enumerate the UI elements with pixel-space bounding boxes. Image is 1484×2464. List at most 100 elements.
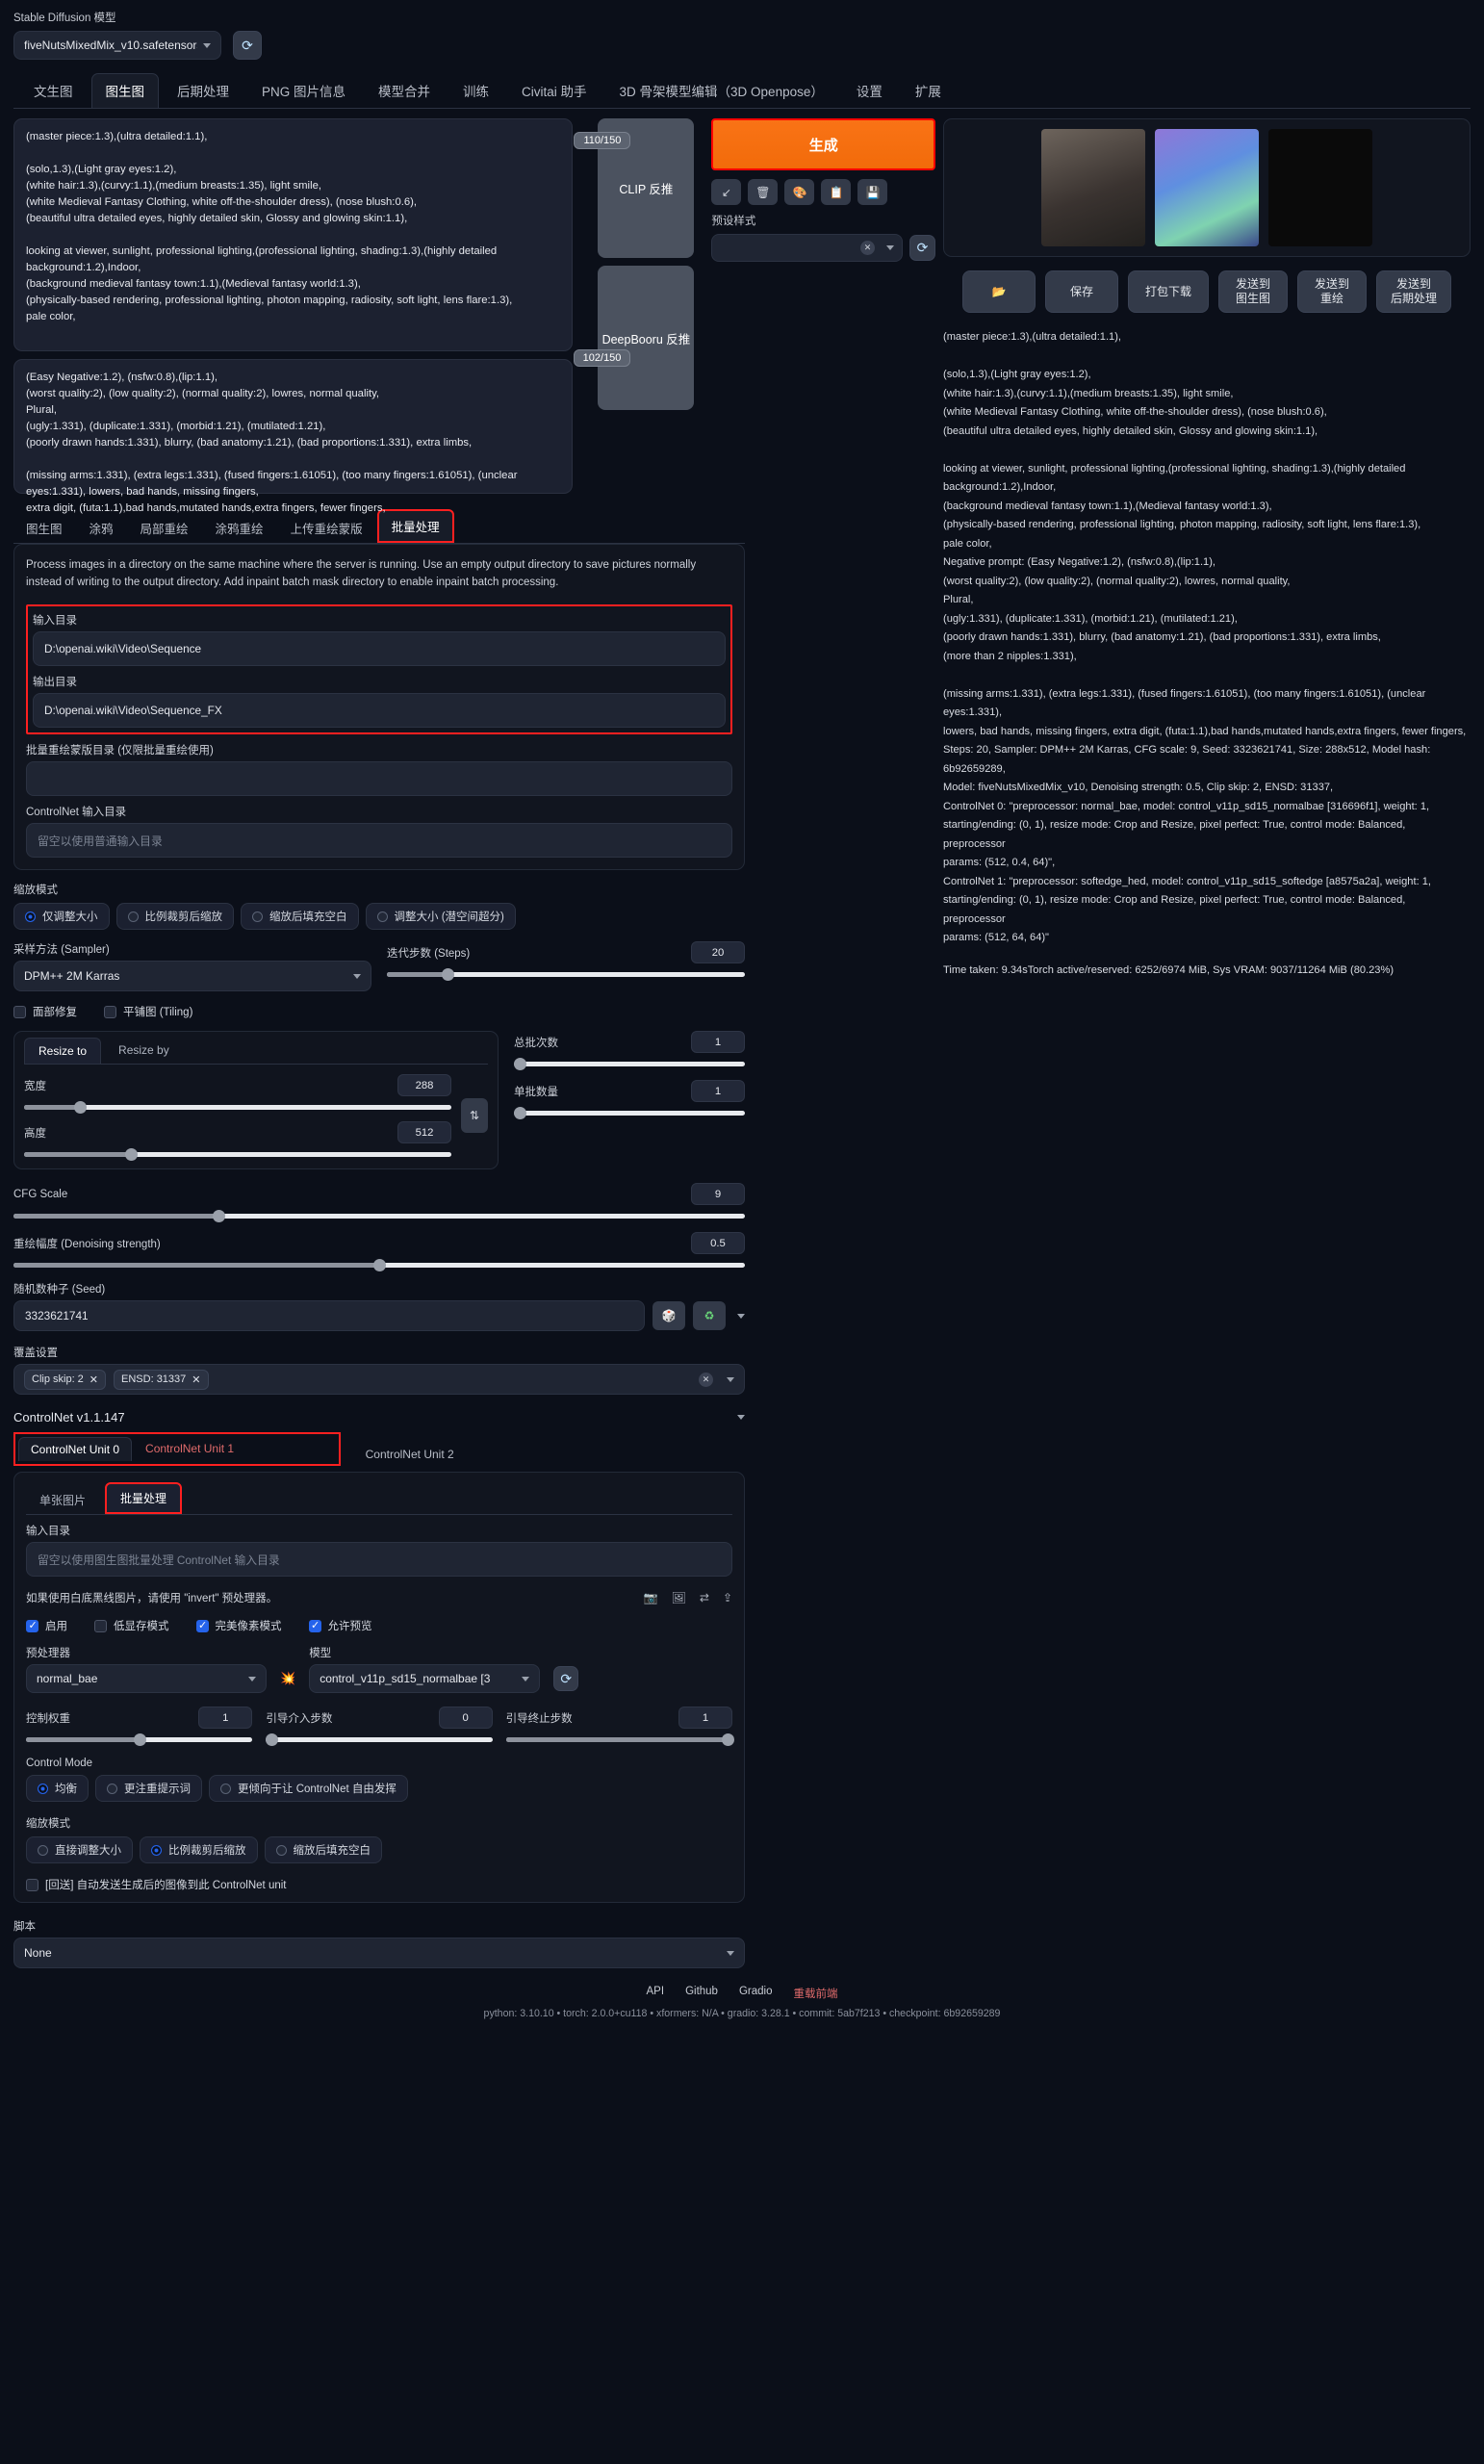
- tiling-checkbox[interactable]: 平铺图 (Tiling): [104, 1004, 192, 1019]
- zip-download-button[interactable]: 打包下载: [1128, 270, 1209, 313]
- tab-img2img[interactable]: 图生图: [90, 73, 159, 108]
- subtab-inpaint[interactable]: 局部重绘: [128, 513, 201, 543]
- controlnet-unit-2-tab[interactable]: ControlNet Unit 2: [354, 1443, 466, 1466]
- tab-train[interactable]: 训练: [448, 73, 503, 108]
- batch-size-slider[interactable]: [514, 1107, 745, 1119]
- subtab-inpaint-upload[interactable]: 上传重绘蒙版: [278, 513, 375, 543]
- resize-mode-resize-fill[interactable]: 缩放后填充空白: [241, 903, 359, 930]
- image-icon[interactable]: 🖼: [672, 1591, 686, 1604]
- save-style-icon[interactable]: 💾: [857, 179, 888, 205]
- controlnet-accordion-header[interactable]: ControlNet v1.1.147: [13, 1410, 745, 1424]
- trash-icon[interactable]: 🗑: [748, 179, 779, 205]
- recycle-icon[interactable]: ♻: [693, 1301, 726, 1330]
- controlnet-model-select[interactable]: control_v11p_sd15_normalbae [3: [309, 1664, 541, 1693]
- footer-link-github[interactable]: Github: [685, 1986, 718, 2001]
- close-icon[interactable]: ✕: [90, 1373, 98, 1386]
- height-slider[interactable]: [24, 1148, 451, 1161]
- explosion-icon[interactable]: 💥: [280, 1671, 295, 1693]
- deepbooru-interrogate-button[interactable]: DeepBooru 反推: [598, 266, 695, 410]
- control-mode-prompt[interactable]: 更注重提示词: [95, 1775, 202, 1802]
- footer-link-reload-ui[interactable]: 重载前端: [793, 1986, 837, 2001]
- subtab-img2img[interactable]: 图生图: [13, 513, 75, 543]
- controlnet-allow-preview-checkbox[interactable]: 允许预览: [308, 1618, 372, 1633]
- resize-mode-latent-upscale[interactable]: 调整大小 (潜空间超分): [365, 903, 516, 930]
- subtab-inpaint-sketch[interactable]: 涂鸦重绘: [203, 513, 276, 543]
- controlnet-single-image-tab[interactable]: 单张图片: [26, 1486, 99, 1514]
- face-restore-checkbox[interactable]: 面部修复: [13, 1004, 77, 1019]
- control-mode-controlnet[interactable]: 更倾向于让 ControlNet 自由发挥: [209, 1775, 408, 1802]
- batch-count-slider[interactable]: [514, 1058, 745, 1070]
- tab-extras[interactable]: 后期处理: [163, 73, 243, 108]
- close-icon[interactable]: ✕: [192, 1373, 200, 1386]
- loopback-checkbox[interactable]: [回送] 自动发送生成后的图像到此 ControlNet unit: [26, 1877, 732, 1892]
- refresh-controlnet-models-button[interactable]: ⟳: [553, 1666, 579, 1691]
- tab-3d-openpose[interactable]: 3D 骨架模型编辑（3D Openpose）: [605, 73, 838, 108]
- controlnet-input-dir-field[interactable]: 留空以使用图生图批量处理 ControlNet 输入目录: [26, 1542, 732, 1577]
- clipboard-icon[interactable]: 📋: [821, 179, 852, 205]
- controlnet-unit-0-tab[interactable]: ControlNet Unit 0: [18, 1437, 133, 1461]
- palette-icon[interactable]: 🎨: [784, 179, 815, 205]
- width-slider[interactable]: [24, 1101, 451, 1114]
- guidance-end-slider[interactable]: [505, 1733, 735, 1746]
- guidance-start-value[interactable]: 0: [438, 1707, 493, 1729]
- restore-progress-icon[interactable]: ↙: [711, 179, 742, 205]
- positive-prompt-input[interactable]: (master piece:1.3),(ultra detailed:1.1),…: [13, 118, 574, 351]
- input-dir-field[interactable]: D:\openai.wiki\Video\Sequence: [33, 631, 726, 666]
- width-value[interactable]: 288: [397, 1074, 451, 1096]
- controlnet-enable-checkbox[interactable]: 启用: [26, 1618, 67, 1633]
- batch-size-value[interactable]: 1: [691, 1080, 745, 1102]
- resize-mode-just-resize[interactable]: 仅调整大小: [13, 903, 110, 930]
- chevron-down-icon[interactable]: [737, 1313, 745, 1319]
- cn-resize-resize-fill[interactable]: 缩放后填充空白: [264, 1836, 382, 1863]
- mask-dir-field[interactable]: [26, 761, 732, 796]
- camera-icon[interactable]: 📷: [644, 1591, 658, 1604]
- guidance-start-slider[interactable]: [266, 1733, 493, 1746]
- height-value[interactable]: 512: [397, 1121, 451, 1143]
- generate-button[interactable]: 生成: [711, 118, 935, 170]
- send-to-extras-button[interactable]: 发送到 后期处理: [1376, 270, 1451, 313]
- override-tag[interactable]: ENSD: 31337 ✕: [114, 1369, 209, 1390]
- clear-icon[interactable]: ✕: [699, 1372, 713, 1387]
- batch-count-value[interactable]: 1: [691, 1031, 745, 1053]
- refresh-styles-button[interactable]: ⟳: [909, 235, 935, 261]
- guidance-end-value[interactable]: 1: [678, 1707, 732, 1729]
- swap-lr-icon[interactable]: ⇄: [700, 1591, 709, 1604]
- controlnet-unit-1-tab[interactable]: ControlNet Unit 1: [134, 1437, 245, 1461]
- script-select[interactable]: None: [13, 1938, 745, 1968]
- sampler-select[interactable]: DPM++ 2M Karras: [13, 961, 371, 991]
- save-button[interactable]: 保存: [1045, 270, 1118, 313]
- swap-dimensions-button[interactable]: ⇅: [461, 1098, 488, 1133]
- cn-resize-crop-resize[interactable]: 比例裁剪后缩放: [140, 1836, 258, 1863]
- footer-link-gradio[interactable]: Gradio: [739, 1986, 773, 2001]
- cn-resize-just-resize[interactable]: 直接调整大小: [26, 1836, 133, 1863]
- steps-value[interactable]: 20: [691, 941, 745, 963]
- output-thumbnail-normalmap[interactable]: [1155, 129, 1259, 246]
- override-tag[interactable]: Clip skip: 2 ✕: [24, 1369, 107, 1390]
- footer-link-api[interactable]: API: [647, 1986, 665, 2001]
- control-mode-balanced[interactable]: 均衡: [26, 1775, 89, 1802]
- refresh-model-button[interactable]: ⟳: [233, 31, 262, 60]
- cfg-slider[interactable]: [13, 1210, 745, 1222]
- upload-icon[interactable]: ⇪: [723, 1591, 732, 1604]
- preprocessor-select[interactable]: normal_bae: [26, 1664, 267, 1693]
- styles-select[interactable]: ✕: [711, 234, 903, 262]
- control-weight-slider[interactable]: [26, 1733, 253, 1746]
- send-to-img2img-button[interactable]: 发送到 图生图: [1218, 270, 1288, 313]
- control-weight-value[interactable]: 1: [198, 1707, 253, 1729]
- negative-prompt-input[interactable]: (Easy Negative:1.2), (nsfw:0.8),(lip:1.1…: [13, 359, 574, 514]
- resize-mode-crop-resize[interactable]: 比例裁剪后缩放: [115, 903, 234, 930]
- tab-checkpoint-merger[interactable]: 模型合并: [364, 73, 445, 108]
- dice-icon[interactable]: 🎲: [652, 1301, 685, 1330]
- tab-txt2img[interactable]: 文生图: [19, 73, 88, 108]
- send-to-inpaint-button[interactable]: 发送到 重绘: [1297, 270, 1367, 313]
- tab-settings[interactable]: 设置: [842, 73, 897, 108]
- clear-icon[interactable]: ✕: [860, 241, 875, 255]
- tab-resize-to[interactable]: Resize to: [24, 1038, 102, 1064]
- tab-png-info[interactable]: PNG 图片信息: [247, 73, 360, 108]
- cfg-value[interactable]: 9: [691, 1183, 745, 1205]
- tab-resize-by[interactable]: Resize by: [105, 1038, 183, 1064]
- seed-input[interactable]: 3323621741: [13, 1300, 645, 1331]
- steps-slider[interactable]: [387, 968, 745, 981]
- tab-extensions[interactable]: 扩展: [901, 73, 956, 108]
- controlnet-batch-tab[interactable]: 批量处理: [105, 1482, 183, 1514]
